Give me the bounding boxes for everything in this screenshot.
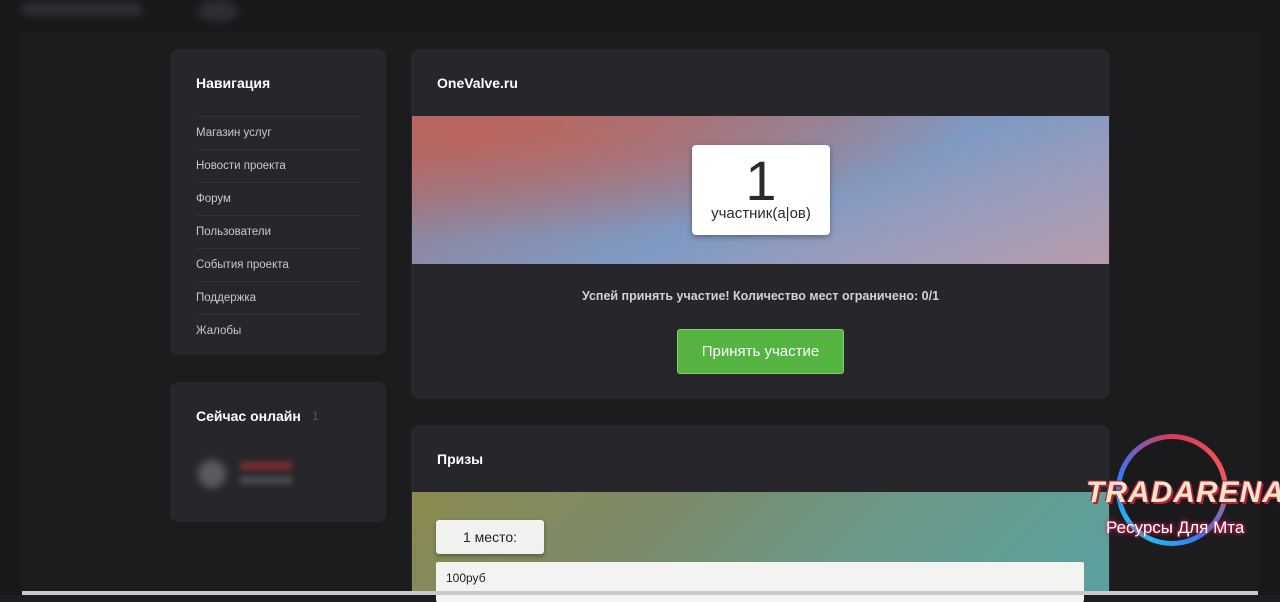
prize-banner: 1 место: 100руб: [412, 492, 1109, 602]
place-label: 1 место:: [436, 520, 544, 554]
event-title: OneValve.ru: [437, 75, 518, 91]
participants-count: 1: [745, 149, 777, 212]
event-banner: 1 участник(а|ов): [412, 116, 1109, 264]
prizes-title: Призы: [437, 451, 484, 467]
header-icon[interactable]: [198, 0, 238, 22]
nav-item-users[interactable]: Пользователи: [196, 215, 360, 248]
top-header: [0, 0, 1280, 32]
watermark-subtitle: Ресурсы Для Мта: [1106, 518, 1245, 537]
watermark-title: TRADARENA: [1086, 476, 1280, 509]
watermark-logo: TRADARENA Ресурсы Для Мта: [1080, 430, 1280, 560]
nav-item-shop[interactable]: Магазин услуг: [196, 116, 360, 149]
navigation-panel: Навигация Магазин услуг Новости проекта …: [170, 49, 386, 355]
online-user-name: [240, 462, 292, 470]
nav-item-complaints[interactable]: Жалобы: [196, 314, 360, 347]
online-user-role: [240, 476, 292, 484]
event-note: Успей принять участие! Количество мест о…: [581, 289, 940, 303]
event-panel: OneValve.ru 1 участник(а|ов) Успей приня…: [411, 49, 1110, 399]
prizes-panel: Призы 1 место: 100руб: [411, 425, 1110, 602]
online-user[interactable]: [196, 458, 296, 488]
prize-text: 100руб: [446, 571, 486, 585]
avatar: [198, 460, 226, 488]
site-logo[interactable]: [22, 2, 142, 16]
online-count: 1: [312, 409, 319, 423]
join-button[interactable]: Принять участие: [677, 329, 844, 374]
window-edge-left: [0, 0, 22, 595]
prize-panel: 100руб: [436, 562, 1084, 602]
bottom-divider: [22, 591, 1258, 595]
participants-box: 1 участник(а|ов): [692, 145, 830, 235]
online-panel: Сейчас онлайн 1: [170, 382, 386, 522]
nav-item-events[interactable]: События проекта: [196, 248, 360, 281]
nav-item-forum[interactable]: Форум: [196, 182, 360, 215]
nav-item-news[interactable]: Новости проекта: [196, 149, 360, 182]
navigation-title: Навигация: [196, 75, 271, 91]
navigation-list: Магазин услуг Новости проекта Форум Поль…: [196, 116, 360, 347]
online-title: Сейчас онлайн: [196, 408, 301, 424]
nav-item-support[interactable]: Поддержка: [196, 281, 360, 314]
participants-label: участник(а|ов): [711, 205, 811, 222]
